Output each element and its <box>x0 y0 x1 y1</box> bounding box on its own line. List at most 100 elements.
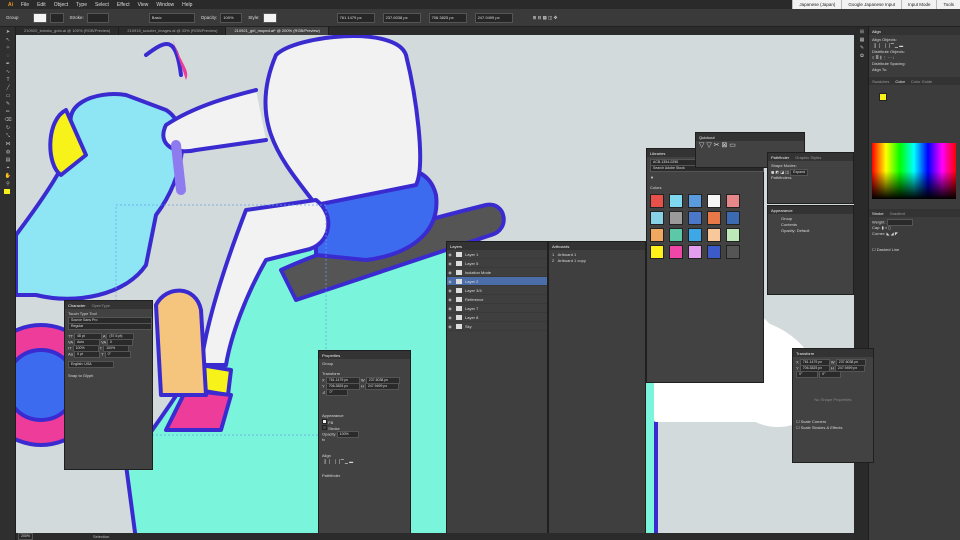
eye-icon[interactable]: ◉ <box>447 252 453 257</box>
library-color-swatch[interactable] <box>650 228 664 242</box>
rotation-field[interactable]: 0° <box>104 351 131 358</box>
paintbrush-tool-icon[interactable]: ✎ <box>4 101 12 107</box>
menu-effect[interactable]: Effect <box>117 2 130 8</box>
tab-graphic-styles[interactable]: Graphic Styles <box>795 155 821 160</box>
tab-gradient[interactable]: Gradient <box>890 211 905 216</box>
tf-shear-field[interactable]: 0° <box>819 371 842 378</box>
ime-input-mode[interactable]: Input Mode <box>900 0 937 9</box>
layer-row-selected[interactable]: ◉ Layer 2 <box>447 277 547 286</box>
library-color-swatch[interactable] <box>688 194 702 208</box>
language-field[interactable]: English: USA <box>68 361 114 368</box>
scale-strokes-checkbox[interactable]: ☐ <box>796 425 800 430</box>
eye-icon[interactable]: ◉ <box>447 288 453 293</box>
tab-pathfinder[interactable]: Pathfinder <box>771 155 789 160</box>
filter-icon[interactable]: ▼ <box>650 175 654 180</box>
library-color-swatch[interactable] <box>669 228 683 242</box>
zoom-tool-icon[interactable]: ⚲ <box>4 181 12 187</box>
tab-swatches[interactable]: Swatches <box>872 79 889 84</box>
transform-icons[interactable]: ⊞ ⊟ ▦ ◫ ✥ <box>533 15 558 21</box>
layer-row[interactable]: ◉ Isolation Mode <box>447 268 547 277</box>
x-field[interactable]: 761.1479 px <box>336 12 375 23</box>
magic-wand-tool-icon[interactable]: ✧ <box>4 45 12 51</box>
layer-row[interactable]: ◉ Layer 3/4 <box>447 286 547 295</box>
library-color-swatch[interactable] <box>669 194 683 208</box>
fill-stroke-icon[interactable] <box>4 189 10 194</box>
w-field[interactable]: 237.6038 px <box>382 12 421 23</box>
library-color-swatch[interactable] <box>707 228 721 242</box>
stroke-weight-field[interactable] <box>86 12 109 23</box>
menu-view[interactable]: View <box>138 2 149 8</box>
eyedropper-tool-icon[interactable]: ⌖ <box>4 165 12 171</box>
h-field[interactable]: 247.9499 px <box>474 12 513 23</box>
tab-tomato[interactable]: 210920_tomato_goto.ai @ 100% (RGB/Previe… <box>16 27 120 35</box>
align-panel-header[interactable]: Align <box>869 27 960 35</box>
dashed-line-checkbox[interactable]: ☐ <box>872 247 876 252</box>
rotate-tool-icon[interactable]: ↻ <box>4 125 12 131</box>
pen-tool-icon[interactable]: ✒ <box>4 61 12 67</box>
baseline-field[interactable]: 0 pt <box>74 351 101 358</box>
library-color-swatch[interactable] <box>669 245 683 259</box>
stroke-swatch[interactable] <box>49 12 64 23</box>
zoom-field[interactable]: 200% <box>18 533 33 540</box>
rectangle-tool-icon[interactable]: ▭ <box>4 93 12 99</box>
library-color-swatch[interactable] <box>726 245 740 259</box>
library-color-swatch[interactable] <box>650 194 664 208</box>
fill-swatch[interactable] <box>32 12 47 23</box>
eye-icon[interactable]: ◉ <box>447 261 453 266</box>
eye-icon[interactable]: ◉ <box>447 297 453 302</box>
curvature-tool-icon[interactable]: ∿ <box>4 69 12 75</box>
scale-tool-icon[interactable]: ⤡ <box>4 133 12 139</box>
library-color-swatch[interactable] <box>688 245 702 259</box>
symbols-panel-icon[interactable]: ✿ <box>858 53 866 59</box>
menu-select[interactable]: Select <box>95 2 109 8</box>
library-color-swatch[interactable] <box>707 211 721 225</box>
eye-icon[interactable]: ◉ <box>447 306 453 311</box>
tab-scooter[interactable]: 210915_scooter_images.ai @ 33% (RGB/Prev… <box>119 27 227 35</box>
appearance-opacity[interactable]: Opacity: Default <box>781 228 850 234</box>
y-field[interactable]: 706.3825 px <box>428 12 467 23</box>
width-tool-icon[interactable]: ⋈ <box>4 141 12 147</box>
library-color-swatch[interactable] <box>650 211 664 225</box>
library-color-swatch[interactable] <box>726 228 740 242</box>
tab-girl-moped[interactable]: 210921_girl_moped.ai* @ 200% (RGB/Previe… <box>226 27 329 35</box>
prop-angle-field[interactable]: 0° <box>326 389 349 396</box>
style-swatch[interactable] <box>262 12 277 23</box>
menu-type[interactable]: Type <box>76 2 87 8</box>
swatches-panel-icon[interactable]: ▦ <box>858 37 866 43</box>
tf-angle-field[interactable]: 0° <box>796 371 818 378</box>
gradient-tool-icon[interactable]: ▤ <box>4 157 12 163</box>
fill-swatch-indicator[interactable] <box>879 93 887 101</box>
menu-window[interactable]: Window <box>156 2 174 8</box>
prop-stroke-swatch[interactable] <box>322 425 327 430</box>
layer-row[interactable]: ◉ Reference <box>447 295 547 304</box>
direct-selection-tool-icon[interactable]: ↖ <box>4 37 12 43</box>
library-color-swatch[interactable] <box>726 194 740 208</box>
ime-input-method[interactable]: Google Japanese Input <box>841 0 901 9</box>
menu-help[interactable]: Help <box>182 2 192 8</box>
quickcut-buttons[interactable]: ▽ ▽ ✂ ⊠ ▭ <box>696 141 804 151</box>
eye-icon[interactable]: ◉ <box>447 315 453 320</box>
layer-row[interactable]: ◉ Sky <box>447 322 547 331</box>
opacity-field[interactable]: 100% <box>220 12 243 23</box>
layer-row[interactable]: ◉ Layer 5 <box>447 259 547 268</box>
ime-tools[interactable]: Tools <box>936 0 960 9</box>
prop-opacity-field[interactable]: 100% <box>336 431 359 438</box>
library-color-swatch[interactable] <box>707 245 721 259</box>
eye-icon[interactable]: ◉ <box>447 324 453 329</box>
corner-buttons[interactable]: ◣ ◢ ◤ <box>886 231 897 236</box>
layer-row[interactable]: ◉ Layer 7 <box>447 304 547 313</box>
cap-buttons[interactable]: ▮ ◖ ▯ <box>882 225 891 230</box>
brushes-panel-icon[interactable]: ✎ <box>858 45 866 51</box>
eraser-tool-icon[interactable]: ⌫ <box>4 117 12 123</box>
tab-stroke[interactable]: Stroke <box>872 211 884 216</box>
menu-edit[interactable]: Edit <box>37 2 46 8</box>
prop-fx-button[interactable]: fx <box>322 437 407 443</box>
ime-language[interactable]: Japanese (Japan) <box>792 0 841 9</box>
shape-mode-buttons[interactable]: ◼ ◩ ◪ ◫ <box>771 170 789 175</box>
library-color-swatch[interactable] <box>688 211 702 225</box>
layer-row[interactable]: ◉ Layer 1 <box>447 250 547 259</box>
lasso-tool-icon[interactable]: ◌ <box>4 53 12 59</box>
library-color-swatch[interactable] <box>688 228 702 242</box>
selection-tool-icon[interactable]: ➤ <box>4 29 12 35</box>
library-color-swatch[interactable] <box>707 194 721 208</box>
